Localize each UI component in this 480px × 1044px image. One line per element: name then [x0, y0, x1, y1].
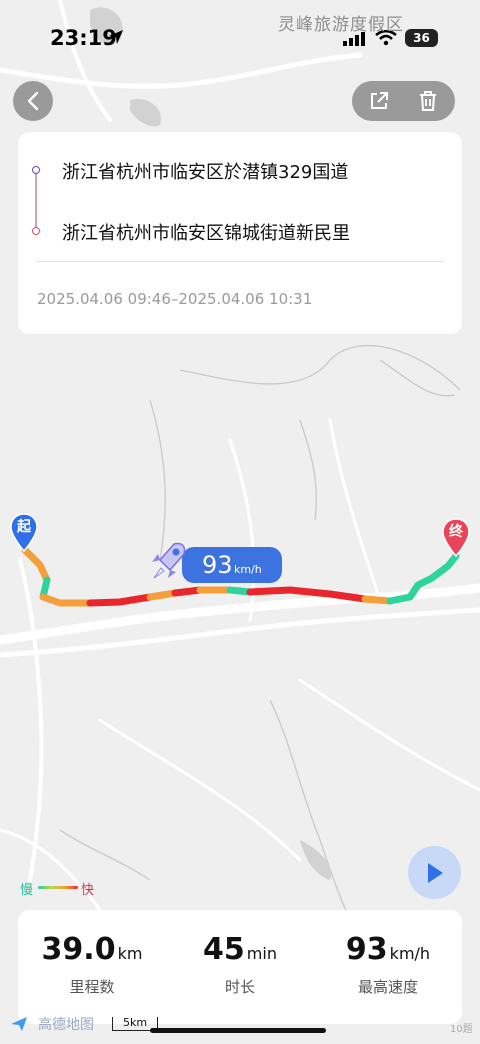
stat-max-speed: 93 km/h 最高速度	[314, 910, 462, 1024]
status-time: 23:19	[50, 26, 117, 50]
location-arrow-icon	[109, 30, 123, 44]
map-brand: 高德地图	[38, 1017, 94, 1033]
delete-button[interactable]	[403, 81, 453, 121]
play-icon	[427, 862, 443, 883]
end-address: 浙江省杭州市临安区锦城街道新民里	[62, 223, 350, 244]
legend-gradient-bar	[38, 886, 78, 889]
trip-info-card: 浙江省杭州市临安区於潜镇329国道 浙江省杭州市临安区锦城街道新民里 2025.…	[18, 132, 462, 334]
start-marker[interactable]: 起	[10, 513, 38, 553]
distance-value: 39.0	[41, 932, 116, 967]
distance-unit: km	[117, 944, 143, 963]
share-button[interactable]	[354, 81, 404, 121]
max-speed-tag: 93 km/h	[182, 547, 282, 583]
start-address: 浙江省杭州市临安区於潜镇329国道	[62, 162, 349, 183]
stat-duration: 45 min 时长	[166, 910, 314, 1024]
stat-duration-value: 45 min	[166, 932, 314, 967]
stat-distance-value: 39.0 km	[18, 932, 166, 967]
trip-stats-card: 39.0 km 里程数 45 min 时长 93 km/h 最高速度	[18, 910, 462, 1024]
map-poi-label: 灵峰旅游度假区	[278, 15, 404, 35]
start-dot-icon	[32, 166, 40, 174]
route-connector	[35, 170, 37, 230]
route-segment	[146, 589, 179, 601]
route-segment	[361, 595, 394, 605]
share-icon	[371, 92, 388, 109]
start-marker-label: 起	[17, 519, 31, 535]
stat-max-speed-value: 93 km/h	[314, 932, 462, 967]
play-button[interactable]	[408, 846, 461, 899]
duration-unit: min	[246, 944, 277, 963]
trash-icon	[420, 91, 436, 111]
max-speed-tag-unit: km/h	[234, 563, 262, 576]
battery-icon: 36	[405, 29, 438, 47]
end-marker-label: 终	[449, 524, 463, 540]
duration-label: 时长	[224, 978, 255, 996]
action-pill	[352, 81, 455, 121]
distance-label: 里程数	[69, 978, 115, 996]
legend-fast-label: 快	[81, 883, 95, 898]
end-dot-icon	[32, 227, 40, 235]
legend-slow-label: 慢	[20, 883, 34, 898]
amap-logo-icon	[11, 1017, 27, 1031]
rocket-icon	[152, 542, 186, 579]
max-speed-unit: km/h	[389, 944, 431, 963]
trip-time-range: 2025.04.06 09:46–2025.04.06 10:31	[37, 290, 313, 308]
back-button[interactable]	[13, 81, 53, 121]
home-indicator[interactable]	[150, 1028, 326, 1033]
duration-value: 45	[203, 932, 245, 967]
route-segment	[171, 586, 204, 597]
end-marker[interactable]: 终	[442, 518, 470, 558]
corner-watermark: 10题	[450, 1024, 473, 1035]
chevron-left-icon	[27, 91, 39, 111]
card-divider	[36, 261, 444, 262]
max-speed-label: 最高速度	[357, 978, 418, 996]
stat-distance: 39.0 km 里程数	[18, 910, 166, 1024]
max-speed-value: 93	[345, 932, 388, 967]
status-bar: 23:19 36	[0, 0, 480, 70]
max-speed-tag-value: 93	[202, 551, 233, 579]
